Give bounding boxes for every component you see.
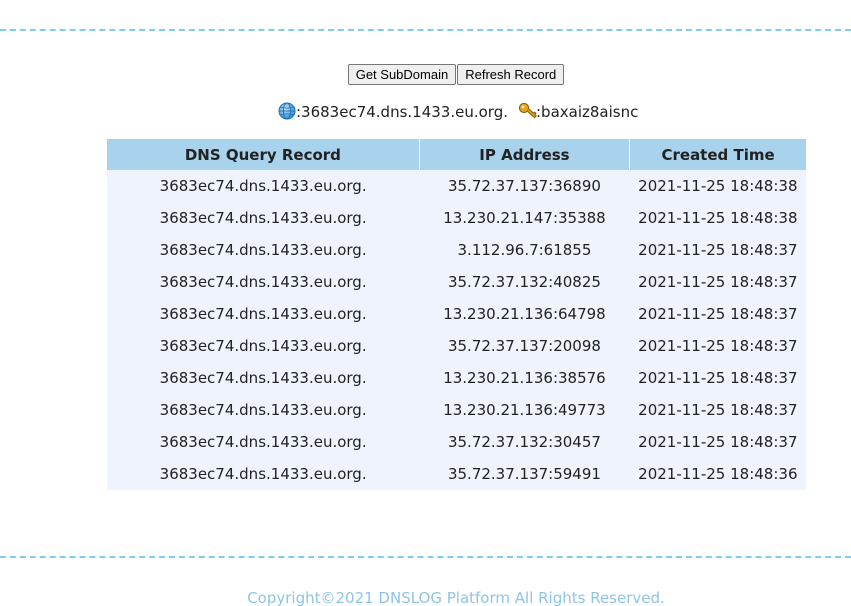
column-header-dns-query-record: DNS Query Record bbox=[107, 139, 420, 170]
dns-query-record-cell: 3683ec74.dns.1433.eu.org. bbox=[107, 202, 420, 234]
dns-query-record-cell: 3683ec74.dns.1433.eu.org. bbox=[107, 458, 420, 490]
ip-address-cell: 35.72.37.137:20098 bbox=[419, 330, 630, 362]
get-subdomain-button[interactable]: Get SubDomain bbox=[347, 64, 457, 85]
created-time-cell: 2021-11-25 18:48:37 bbox=[629, 394, 806, 426]
bottom-divider bbox=[0, 556, 851, 558]
table-row: 3683ec74.dns.1433.eu.org. 35.72.37.137:5… bbox=[107, 458, 806, 490]
table-row: 3683ec74.dns.1433.eu.org. 13.230.21.136:… bbox=[107, 394, 806, 426]
created-time-cell: 2021-11-25 18:48:37 bbox=[629, 330, 806, 362]
ip-address-cell: 13.230.21.136:64798 bbox=[419, 298, 630, 330]
table-row: 3683ec74.dns.1433.eu.org. 35.72.37.137:3… bbox=[107, 170, 806, 202]
ip-address-cell: 35.72.37.132:40825 bbox=[419, 266, 630, 298]
table-row: 3683ec74.dns.1433.eu.org. 13.230.21.136:… bbox=[107, 362, 806, 394]
ip-address-cell: 13.230.21.136:49773 bbox=[419, 394, 630, 426]
subdomain-value: :3683ec74.dns.1433.eu.org. bbox=[296, 103, 508, 121]
dns-query-record-cell: 3683ec74.dns.1433.eu.org. bbox=[107, 234, 420, 266]
toolbar: Get SubDomain Refresh Record bbox=[0, 64, 851, 85]
dns-query-record-cell: 3683ec74.dns.1433.eu.org. bbox=[107, 362, 420, 394]
created-time-cell: 2021-11-25 18:48:38 bbox=[629, 170, 806, 202]
created-time-cell: 2021-11-25 18:48:37 bbox=[629, 362, 806, 394]
table-row: 3683ec74.dns.1433.eu.org. 13.230.21.136:… bbox=[107, 298, 806, 330]
dns-query-record-cell: 3683ec74.dns.1433.eu.org. bbox=[107, 394, 420, 426]
table-row: 3683ec74.dns.1433.eu.org. 3.112.96.7:618… bbox=[107, 234, 806, 266]
copyright-footer: Copyright©2021 DNSLOG Platform All Right… bbox=[247, 589, 665, 606]
dns-query-record-cell: 3683ec74.dns.1433.eu.org. bbox=[107, 266, 420, 298]
token-value: :baxaiz8aisnc bbox=[536, 103, 639, 121]
column-header-created-time: Created Time bbox=[629, 139, 806, 170]
ip-address-cell: 13.230.21.147:35388 bbox=[419, 202, 630, 234]
key-icon bbox=[518, 102, 537, 120]
created-time-cell: 2021-11-25 18:48:37 bbox=[629, 234, 806, 266]
refresh-record-button[interactable]: Refresh Record bbox=[457, 64, 565, 85]
ip-address-cell: 35.72.37.132:30457 bbox=[419, 426, 630, 458]
table-row: 3683ec74.dns.1433.eu.org. 35.72.37.132:3… bbox=[107, 426, 806, 458]
dns-query-record-cell: 3683ec74.dns.1433.eu.org. bbox=[107, 298, 420, 330]
ip-address-cell: 3.112.96.7:61855 bbox=[419, 234, 630, 266]
table-row: 3683ec74.dns.1433.eu.org. 13.230.21.147:… bbox=[107, 202, 806, 234]
subdomain-info: :3683ec74.dns.1433.eu.org. :baxaiz8aisnc bbox=[278, 101, 638, 123]
ip-address-cell: 35.72.37.137:59491 bbox=[419, 458, 630, 490]
table-row: 3683ec74.dns.1433.eu.org. 35.72.37.132:4… bbox=[107, 266, 806, 298]
table-row: 3683ec74.dns.1433.eu.org. 35.72.37.137:2… bbox=[107, 330, 806, 362]
created-time-cell: 2021-11-25 18:48:37 bbox=[629, 266, 806, 298]
created-time-cell: 2021-11-25 18:48:36 bbox=[629, 458, 806, 490]
top-divider bbox=[0, 29, 851, 31]
dns-query-record-cell: 3683ec74.dns.1433.eu.org. bbox=[107, 426, 420, 458]
globe-icon bbox=[278, 102, 296, 120]
table-header-row: DNS Query Record IP Address Created Time bbox=[107, 139, 806, 170]
created-time-cell: 2021-11-25 18:48:37 bbox=[629, 426, 806, 458]
ip-address-cell: 35.72.37.137:36890 bbox=[419, 170, 630, 202]
column-header-ip-address: IP Address bbox=[419, 139, 631, 170]
ip-address-cell: 13.230.21.136:38576 bbox=[419, 362, 630, 394]
page: Get SubDomain Refresh Record :3683ec74.dn… bbox=[0, 0, 851, 606]
created-time-cell: 2021-11-25 18:48:38 bbox=[629, 202, 806, 234]
dns-query-record-cell: 3683ec74.dns.1433.eu.org. bbox=[107, 330, 420, 362]
dns-query-record-cell: 3683ec74.dns.1433.eu.org. bbox=[107, 170, 420, 202]
dns-records-table: DNS Query Record IP Address Created Time… bbox=[107, 139, 806, 490]
created-time-cell: 2021-11-25 18:48:37 bbox=[629, 298, 806, 330]
